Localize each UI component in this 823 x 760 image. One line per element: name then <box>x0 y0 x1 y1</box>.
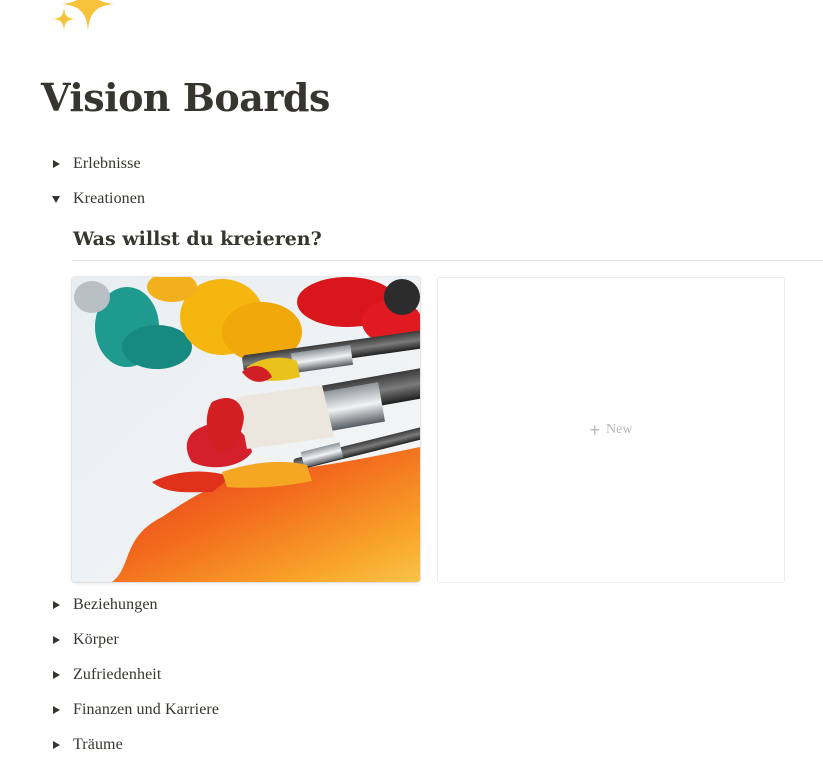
caret-right-icon[interactable] <box>50 634 62 646</box>
toggle-beziehungen[interactable]: Beziehungen <box>50 592 158 618</box>
caret-right-icon[interactable] <box>50 704 62 716</box>
toggle-label: Träume <box>73 736 123 753</box>
caret-right-icon[interactable] <box>50 669 62 681</box>
toggle-kreationen[interactable]: Kreationen <box>50 186 145 212</box>
sparkles-icon[interactable] <box>44 0 124 38</box>
new-card-button[interactable]: + New <box>437 277 785 583</box>
plus-icon: + <box>589 420 601 440</box>
toggle-finanzen-und-karriere[interactable]: Finanzen und Karriere <box>50 697 219 723</box>
toggle-traeume[interactable]: Träume <box>50 732 123 758</box>
new-label: New <box>606 422 633 437</box>
caret-down-icon[interactable] <box>50 193 62 205</box>
caret-right-icon[interactable] <box>50 599 62 611</box>
toggle-zufriedenheit[interactable]: Zufriedenheit <box>50 662 161 688</box>
toggle-koerper[interactable]: Körper <box>50 627 119 653</box>
toggle-label: Erlebnisse <box>73 155 141 172</box>
toggle-label: Kreationen <box>73 190 146 207</box>
toggle-label: Beziehungen <box>73 596 158 613</box>
toggle-label: Finanzen und Karriere <box>73 701 220 718</box>
toggle-label: Körper <box>73 631 119 648</box>
caret-right-icon[interactable] <box>50 739 62 751</box>
page-title: Vision Boards <box>41 75 330 120</box>
caret-right-icon[interactable] <box>50 158 62 170</box>
toggle-label: Zufriedenheit <box>73 666 162 683</box>
gallery-card-paintbrushes[interactable] <box>72 277 420 582</box>
divider <box>72 260 823 261</box>
section-heading: Was willst du kreieren? <box>73 228 322 250</box>
paintbrushes-image <box>72 277 420 582</box>
toggle-erlebnisse[interactable]: Erlebnisse <box>50 151 141 177</box>
